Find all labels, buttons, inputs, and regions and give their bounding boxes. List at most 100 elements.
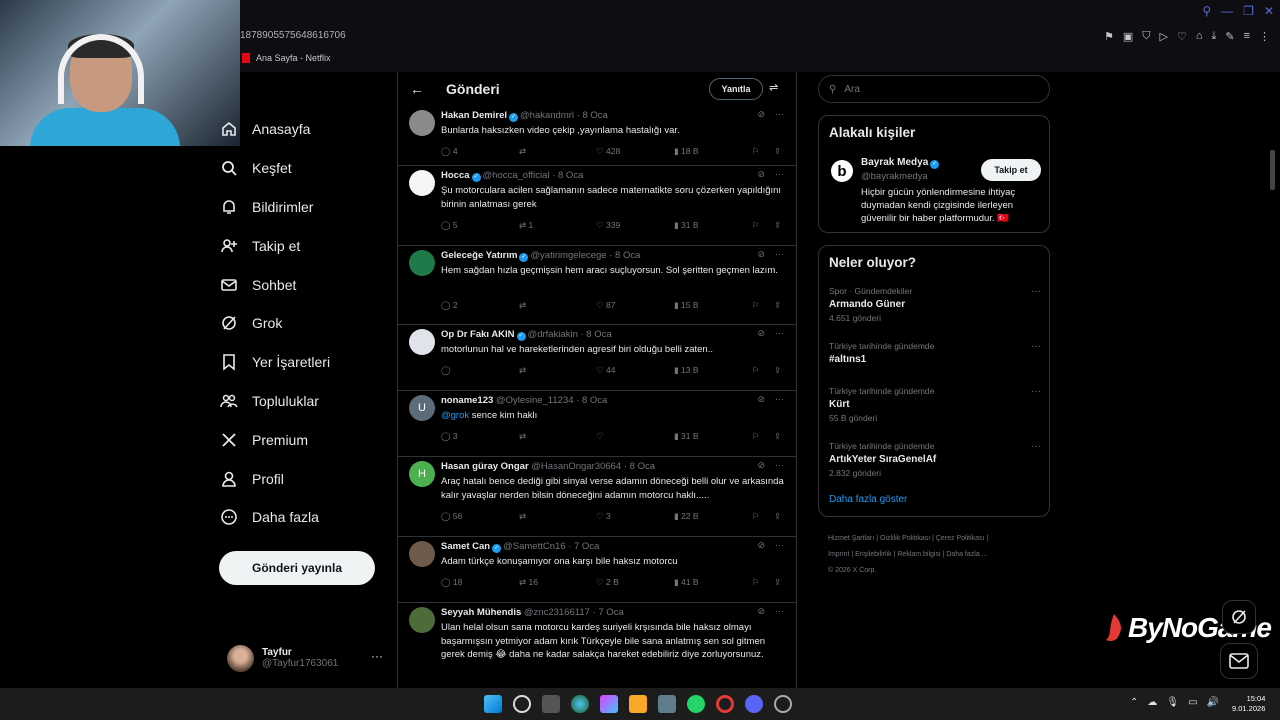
author-name[interactable]: Op Dr Fakı AKIN — [441, 329, 515, 340]
reply-tweet[interactable]: Unoname123 @Oylesine_11234 · 8 Oca ⊘ ··· @g… — [398, 391, 796, 457]
author-handle[interactable]: @SamettCn16 — [503, 541, 565, 552]
trend-item[interactable]: Türkiye tarihinde gündemde ArtıkYeter Sır… — [829, 441, 1041, 478]
related-name[interactable]: Bayrak Medya ✓ — [861, 157, 941, 169]
back-arrow-icon[interactable]: ← — [410, 81, 446, 97]
retweet-button[interactable]: ⇄ 16 — [519, 577, 538, 588]
grok-icon[interactable]: ⊘ — [757, 109, 765, 120]
camera-icon[interactable]: ⌂ — [1196, 30, 1203, 43]
search-icon[interactable] — [513, 695, 531, 713]
tweet-date[interactable]: · 7 Oca — [593, 607, 624, 618]
mic-icon[interactable]: 🎙 — [1166, 697, 1179, 708]
reply-tweet[interactable]: Seyyah Mühendis @znc23166117 · 7 Oca ⊘ ···… — [398, 603, 796, 688]
views-button[interactable]: ▮ 31 B — [674, 431, 699, 442]
more-icon[interactable]: ··· — [775, 328, 784, 339]
avatar[interactable] — [409, 110, 435, 136]
tweet-date[interactable]: · 8 Oca — [581, 329, 612, 340]
bookmark-icon[interactable]: ⚐ — [752, 220, 760, 231]
views-button[interactable]: ▮ 31 B — [674, 220, 699, 231]
nav-item-bookmarks[interactable]: Yer İşaretleri — [220, 343, 390, 382]
author-name[interactable]: Seyyah Mühendis — [441, 607, 521, 618]
share-icon[interactable]: ⇪ — [774, 577, 781, 588]
nav-item-home[interactable]: Anasayfa — [220, 110, 390, 149]
reply-tweet[interactable]: Hakan Demirel ✓ @hakandmrl · 8 Oca ⊘ ··· Bunl… — [398, 106, 796, 166]
restore-icon[interactable]: ❐ — [1243, 4, 1254, 18]
bookmark-icon[interactable]: ⚐ — [752, 577, 760, 588]
author-name[interactable]: Samet Can — [441, 541, 490, 552]
share-icon[interactable]: ⇪ — [774, 365, 781, 376]
share-icon[interactable]: ⇪ — [774, 431, 781, 442]
reply-tweet[interactable]: Hocca ✓ @hocca_official · 8 Oca ⊘ ··· Şu moto… — [398, 166, 796, 246]
share-icon[interactable]: ⇪ — [774, 511, 781, 522]
download-icon[interactable]: ⤓ — [1211, 30, 1216, 43]
nav-item-more[interactable]: Daha fazla — [220, 498, 390, 537]
nav-item-communities[interactable]: Topluluklar — [220, 382, 390, 421]
reply-button[interactable]: ◯ 4 — [441, 146, 458, 157]
author-handle[interactable]: @hakandmrl — [520, 110, 574, 121]
nav-item-explore[interactable]: Keşfet — [220, 149, 390, 188]
retweet-button[interactable]: ⇄ — [519, 511, 526, 522]
avatar[interactable] — [409, 541, 435, 567]
nav-item-notifications[interactable]: Bildirimler — [220, 188, 390, 227]
author-name[interactable]: Hasan güray Ongar — [441, 461, 529, 472]
footer-line[interactable]: Hizmet Şartları | Gizlilik Politikası | … — [828, 531, 1048, 547]
avatar[interactable] — [409, 250, 435, 276]
like-button[interactable]: ♡ 44 — [596, 365, 615, 376]
more-icon[interactable]: ··· — [775, 169, 784, 180]
more-icon[interactable]: ··· — [1031, 341, 1041, 352]
more-icon[interactable]: ··· — [1031, 441, 1041, 452]
ai-icon[interactable]: ✎ — [1225, 30, 1234, 43]
account-switcher[interactable]: Tayfur @Tayfur1763061 ··· — [227, 643, 387, 673]
pin-icon[interactable]: ⚑ — [1104, 30, 1114, 43]
tweet-date[interactable]: · 7 Oca — [568, 541, 599, 552]
grok-icon[interactable]: ⊘ — [757, 394, 765, 405]
grok-icon[interactable]: ⊘ — [757, 169, 765, 180]
nav-item-grok[interactable]: Grok — [220, 304, 390, 343]
author-handle[interactable]: @drfakiakin — [528, 329, 578, 340]
menu-icon[interactable]: ≡ — [1244, 30, 1250, 43]
avatar[interactable] — [409, 329, 435, 355]
reply-tweet[interactable]: H Hasan güray Ongar @HasanOngar30664 · 8 … — [398, 457, 796, 537]
search-input[interactable] — [844, 83, 1025, 95]
like-button[interactable]: ♡ 87 — [596, 300, 615, 311]
reply-button[interactable]: ◯ 3 — [441, 431, 458, 442]
reply-button[interactable]: ◯ 2 — [441, 300, 458, 311]
retweet-button[interactable]: ⇄ — [519, 431, 526, 442]
grok-icon[interactable]: ⊘ — [757, 606, 765, 617]
trend-item[interactable]: Türkiye tarihinde gündemde #altıns1 ··· — [829, 341, 1041, 368]
discord-icon[interactable] — [745, 695, 763, 713]
bookmark-icon[interactable]: ⚐ — [752, 431, 760, 442]
tweet-date[interactable]: · 8 Oca — [576, 395, 607, 406]
reply-button[interactable]: ◯ — [441, 365, 451, 376]
bookmark-icon[interactable]: ⚐ — [752, 300, 760, 311]
scrollbar[interactable] — [1270, 150, 1275, 190]
shield-icon[interactable]: ⛉ — [1142, 30, 1150, 43]
retweet-button[interactable]: ⇄ — [519, 365, 526, 376]
share-icon[interactable]: ⇪ — [774, 146, 781, 157]
close-icon[interactable]: ✕ — [1264, 4, 1274, 18]
like-button[interactable]: ♡ — [596, 431, 604, 442]
more-icon[interactable]: ··· — [775, 249, 784, 260]
nav-item-profile[interactable]: Profil — [220, 459, 390, 498]
avatar[interactable]: b — [831, 160, 853, 182]
author-name[interactable]: noname123 — [441, 395, 493, 406]
avatar[interactable] — [409, 607, 435, 633]
trend-item[interactable]: Türkiye tarihinde gündemde Kürt 55 B gönde… — [829, 386, 1041, 423]
opera-icon[interactable] — [716, 695, 734, 713]
minimize-icon[interactable]: — — [1221, 4, 1233, 18]
author-name[interactable]: Hocca — [441, 170, 470, 181]
avatar[interactable] — [409, 170, 435, 196]
share-icon[interactable]: ⇪ — [774, 220, 781, 231]
author-handle[interactable]: @Oylesine_11234 — [496, 395, 574, 406]
like-button[interactable]: ♡ 339 — [596, 220, 620, 231]
store-icon[interactable] — [658, 695, 676, 713]
folder-icon[interactable] — [629, 695, 647, 713]
bookmark-icon[interactable]: ⚐ — [752, 365, 760, 376]
tweet-date[interactable]: · 8 Oca — [577, 110, 608, 121]
sliders-icon[interactable]: ⇌ — [769, 81, 778, 94]
more-icon[interactable]: ··· — [1031, 386, 1041, 397]
more-icon[interactable]: ··· — [775, 394, 784, 405]
author-handle[interactable]: @znc23166117 — [524, 607, 590, 618]
grok-icon[interactable]: ⊘ — [757, 249, 765, 260]
whatsapp-icon[interactable] — [687, 695, 705, 713]
views-button[interactable]: ▮ 41 B — [674, 577, 699, 588]
